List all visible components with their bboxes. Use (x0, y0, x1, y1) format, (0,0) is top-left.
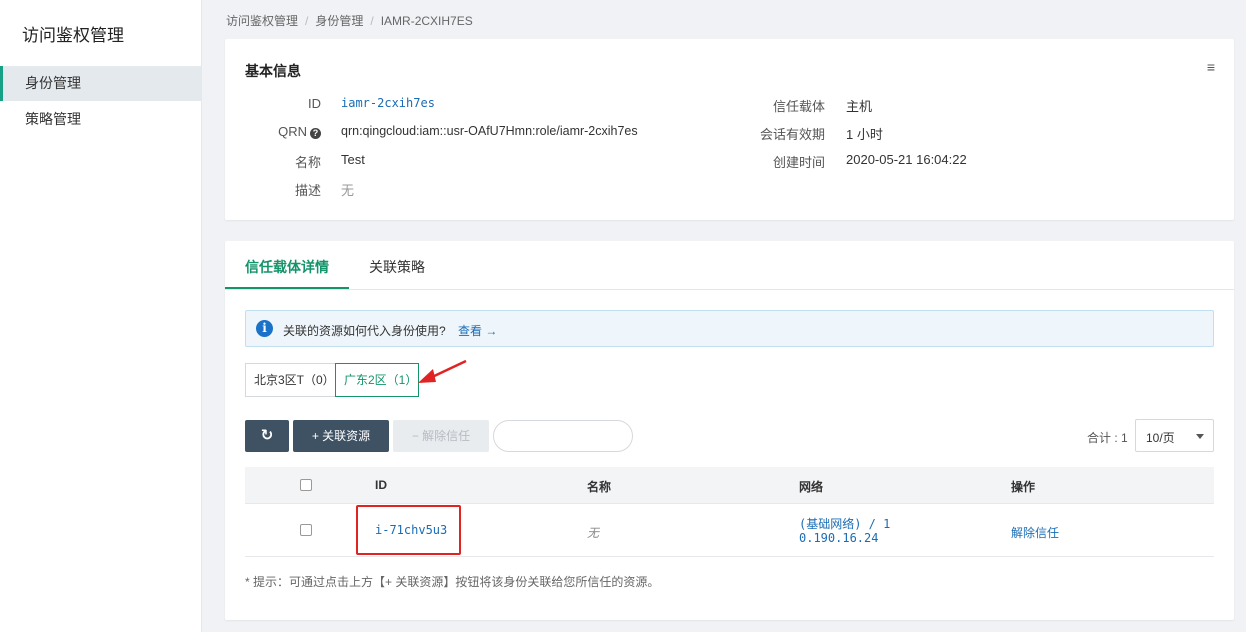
refresh-button[interactable]: ↻ (245, 420, 289, 452)
desc-value: 无 (341, 183, 355, 198)
name-label: 名称 (294, 155, 321, 170)
tab-active-indicator (225, 287, 349, 289)
help-icon[interactable]: ? (310, 128, 321, 139)
row-name: 无 (587, 526, 600, 540)
id-value: iamr-2cxih7es (341, 96, 435, 110)
annotation-highlight-box (356, 505, 461, 555)
created-label: 创建时间 (772, 155, 825, 170)
name-value: Test (341, 152, 365, 167)
session-value: 1 小时 (846, 127, 883, 142)
tip-text: * 提示：可通过点击上方【+ 关联资源】按钮将该身份关联给您所信任的资源。 (245, 575, 660, 589)
menu-icon[interactable]: ≡ (1207, 59, 1215, 75)
info-view-link[interactable]: 查看 → (458, 322, 497, 339)
id-label: ID (308, 96, 321, 111)
trust-value: 主机 (846, 99, 873, 114)
created-value: 2020-05-21 16:04:22 (846, 152, 967, 167)
th-action: 操作 (1011, 480, 1036, 494)
total-count: 合计 : 1 (1087, 431, 1128, 445)
select-all-checkbox[interactable] (300, 479, 312, 491)
tab-trust-detail[interactable]: 信任载体详情 (245, 257, 329, 277)
tab-related-policy[interactable]: 关联策略 (369, 257, 425, 277)
table-header: ID 名称 网络 操作 (245, 467, 1214, 504)
breadcrumb-item-identity[interactable]: 身份管理 (315, 14, 363, 28)
trust-detail-card: 信任载体详情 关联策略 i 关联的资源如何代入身份使用? 查看 → 北京3区T（… (225, 241, 1234, 620)
row-network-line2[interactable]: 0.190.16.24 (799, 531, 878, 545)
trust-label: 信任载体 (772, 99, 825, 114)
qrn-value: qrn:qingcloud:iam::usr-OAfU7Hmn:role/iam… (341, 124, 638, 138)
add-resource-button[interactable]: + 关联资源 (293, 420, 389, 452)
info-icon: i (256, 320, 273, 337)
breadcrumb: 访问鉴权管理 / 身份管理 / IAMR-2CXIH7ES (226, 12, 473, 29)
breadcrumb-separator: / (370, 14, 374, 28)
page-size-value: 10/页 (1146, 431, 1175, 445)
info-text: 关联的资源如何代入身份使用? (283, 324, 446, 338)
row-remove-trust-link[interactable]: 解除信任 (1011, 524, 1059, 541)
page-size-select[interactable]: 10/页 (1135, 419, 1214, 452)
sidebar-item-identity[interactable]: 身份管理 (0, 66, 201, 101)
breadcrumb-item-current: IAMR-2CXIH7ES (380, 14, 473, 28)
sidebar: 访问鉴权管理 身份管理 策略管理 (0, 0, 202, 632)
sidebar-item-policy[interactable]: 策略管理 (0, 102, 201, 137)
region-tab-beijing[interactable]: 北京3区T（0） (245, 363, 336, 397)
qrn-label: QRN? (265, 124, 321, 139)
remove-trust-button[interactable]: − 解除信任 (393, 420, 489, 452)
region-tab-guangdong[interactable]: 广东2区（1） (335, 363, 419, 397)
th-network: 网络 (799, 480, 824, 494)
table-row: i-71chv5u3 无 (基础网络) / 1 0.190.16.24 解除信任 (245, 504, 1214, 557)
session-label: 会话有效期 (759, 127, 825, 142)
breadcrumb-item-iam[interactable]: 访问鉴权管理 (226, 14, 298, 28)
th-name: 名称 (587, 480, 612, 494)
desc-label: 描述 (294, 183, 321, 198)
sidebar-title: 访问鉴权管理 (22, 26, 124, 45)
row-checkbox[interactable] (300, 524, 312, 536)
search-input[interactable] (493, 420, 633, 452)
basic-info-card: 基本信息 ≡ ID iamr-2cxih7es QRN? qrn:qingclo… (225, 39, 1234, 220)
row-network-line1[interactable]: (基础网络) / 1 (799, 515, 890, 532)
basic-info-title: 基本信息 (245, 63, 301, 79)
tab-bar: 信任载体详情 关联策略 (225, 241, 1234, 290)
chevron-down-icon (1196, 434, 1204, 439)
info-banner: i 关联的资源如何代入身份使用? 查看 → (245, 310, 1214, 347)
th-id: ID (375, 478, 387, 492)
breadcrumb-separator: / (305, 14, 309, 28)
